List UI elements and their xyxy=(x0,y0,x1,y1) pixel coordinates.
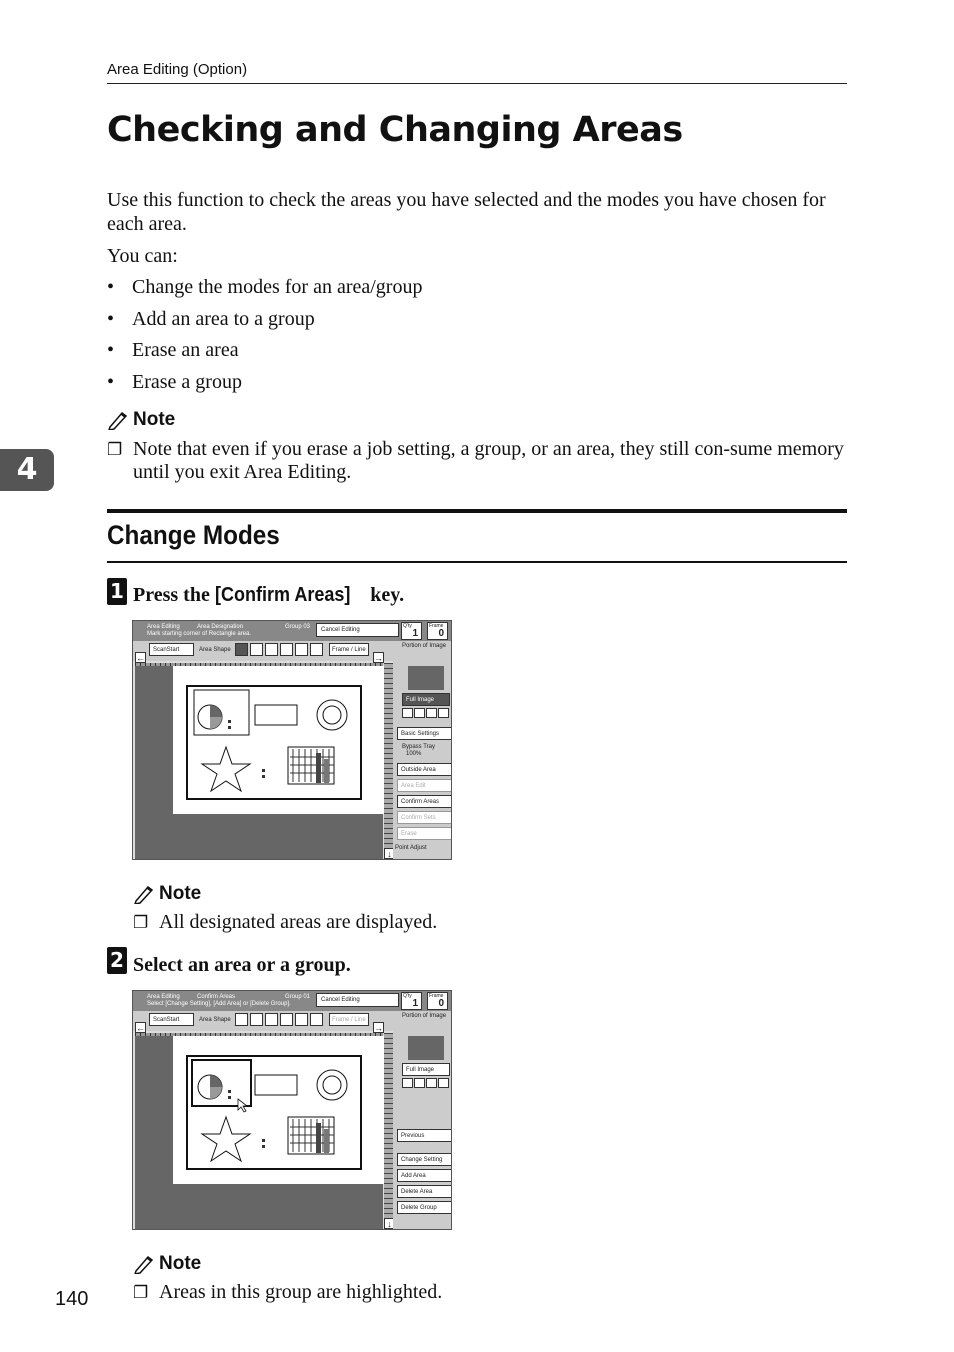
right-arrow-icon[interactable]: → xyxy=(373,652,384,663)
full-image-button[interactable]: Full Image xyxy=(402,1063,450,1076)
confirm-areas-key-label: [Confirm Areas] xyxy=(214,584,351,606)
zoom-icons xyxy=(402,1078,449,1088)
delete-area-button[interactable]: Delete Area xyxy=(397,1185,451,1198)
section-title: Change Modes xyxy=(107,520,280,550)
shape-icons xyxy=(235,643,323,656)
add-area-button[interactable]: Add Area xyxy=(397,1169,451,1182)
note-text: ❐ All designated areas are displayed. xyxy=(133,911,438,933)
page-number: 140 xyxy=(55,1288,89,1310)
line-icon[interactable] xyxy=(310,1013,323,1026)
frame-counter: Frame 0 xyxy=(427,622,448,640)
zoom-icon[interactable] xyxy=(438,708,449,718)
vertical-scrollbar[interactable] xyxy=(384,1033,393,1229)
shape-icons xyxy=(235,1013,323,1026)
line-icon[interactable] xyxy=(310,643,323,656)
section-rule xyxy=(107,509,847,513)
quantity-counter: Q'ty 1 xyxy=(401,622,422,640)
pentagon-icon[interactable] xyxy=(265,1013,278,1026)
document-shapes xyxy=(191,1059,348,1163)
checkbox-icon: ❐ xyxy=(107,440,123,459)
you-can-label: You can: xyxy=(107,245,178,267)
zoom-icons xyxy=(402,708,449,718)
step-instruction: Select an area or a group. xyxy=(133,954,351,976)
confirm-areas-button[interactable]: Confirm Areas xyxy=(397,795,451,808)
quantity-counter: Q'ty 1 xyxy=(401,992,422,1010)
document-shapes xyxy=(193,689,348,793)
screen-title-bar: Area Editing Area Designation Group 03 M… xyxy=(133,621,451,641)
freehand-icon[interactable] xyxy=(295,643,308,656)
circle-icon[interactable] xyxy=(280,643,293,656)
zoom-icon[interactable] xyxy=(426,708,437,718)
page-title: Checking and Changing Areas xyxy=(107,110,683,150)
pencil-icon xyxy=(134,885,154,904)
zoom-icon[interactable] xyxy=(402,1078,413,1088)
preview-canvas[interactable] xyxy=(135,663,387,859)
section-rule xyxy=(107,561,847,563)
erase-button[interactable]: Erase xyxy=(397,827,451,840)
frame-counter: Frame 0 xyxy=(427,992,448,1010)
intro-paragraph: Use this function to check the areas you… xyxy=(107,189,826,235)
cancel-editing-button[interactable]: Cancel Editing xyxy=(316,993,399,1007)
full-image-button[interactable]: Full Image xyxy=(402,693,450,706)
area-edit-button[interactable]: Area Edit xyxy=(397,779,451,792)
frame-line-button[interactable]: Frame / Line xyxy=(329,1013,369,1026)
note-text: ❐ Areas in this group are highlighted. xyxy=(133,1281,443,1303)
screen-confirm-areas: Area Editing Confirm Areas Group 01 Sele… xyxy=(132,990,452,1230)
checkbox-icon: ❐ xyxy=(133,913,149,932)
step-instruction: Press the [Confirm Areas] key. xyxy=(133,584,405,606)
pencil-icon xyxy=(134,1255,154,1274)
left-arrow-icon[interactable]: ← xyxy=(135,1022,146,1033)
rectangle-icon[interactable] xyxy=(235,643,248,656)
zoom-icon[interactable] xyxy=(438,1078,449,1088)
change-setting-button[interactable]: Change Setting xyxy=(397,1153,451,1166)
right-arrow-icon[interactable]: → xyxy=(373,1022,384,1033)
basic-settings-button[interactable]: Basic Settings xyxy=(397,727,451,740)
portion-thumbnail xyxy=(408,1036,444,1060)
step-number: 2 xyxy=(107,947,127,974)
outside-area-button[interactable]: Outside Area xyxy=(397,763,451,776)
polygon-icon[interactable] xyxy=(250,1013,263,1026)
list-item: • Add an area to a group xyxy=(107,307,315,330)
header-rule xyxy=(107,83,847,84)
polygon-icon[interactable] xyxy=(250,643,263,656)
side-panel: Portion of Image Full Image Previous Cha… xyxy=(393,1011,451,1229)
note-heading: Note xyxy=(107,409,175,431)
delete-group-button[interactable]: Delete Group xyxy=(397,1201,451,1214)
circle-icon[interactable] xyxy=(280,1013,293,1026)
zoom-icon[interactable] xyxy=(426,1078,437,1088)
side-panel: Portion of Image Full Image Basic Settin… xyxy=(393,641,451,859)
screen-area-designation: Area Editing Area Designation Group 03 M… xyxy=(132,620,452,860)
note-heading: Note xyxy=(133,1253,201,1275)
pentagon-icon[interactable] xyxy=(265,643,278,656)
screen-toolbar: ScanStart Area Shape Frame / Line ← → xyxy=(133,641,395,663)
step-number: 1 xyxy=(107,578,127,605)
list-item: • Erase an area xyxy=(107,339,239,361)
pencil-icon xyxy=(108,411,128,430)
list-item: • Erase a group xyxy=(107,370,242,393)
rectangle-icon[interactable] xyxy=(235,1013,248,1026)
portion-thumbnail xyxy=(408,666,444,690)
note-heading: Note xyxy=(133,883,201,905)
preview-canvas[interactable] xyxy=(135,1033,387,1229)
capability-list: • Change the modes for an area/group • Add… xyxy=(107,275,422,401)
cancel-editing-button[interactable]: Cancel Editing xyxy=(316,623,399,637)
scan-start-button[interactable]: ScanStart xyxy=(149,643,194,656)
left-arrow-icon[interactable]: ← xyxy=(135,652,146,663)
zoom-icon[interactable] xyxy=(402,708,413,718)
screen-title-bar: Area Editing Confirm Areas Group 01 Sele… xyxy=(133,991,451,1011)
checkbox-icon: ❐ xyxy=(133,1283,149,1302)
frame-line-button[interactable]: Frame / Line xyxy=(329,643,369,656)
chapter-tab: 4 xyxy=(0,449,54,491)
zoom-icon[interactable] xyxy=(414,708,425,718)
screen-toolbar: ScanStart Area Shape Frame / Line ← → xyxy=(133,1011,395,1033)
zoom-icon[interactable] xyxy=(414,1078,425,1088)
note-text: ❐ Note that even if you erase a job sett… xyxy=(107,438,844,483)
list-item: • Change the modes for an area/group xyxy=(107,276,423,298)
vertical-scrollbar[interactable] xyxy=(384,663,393,859)
freehand-icon[interactable] xyxy=(295,1013,308,1026)
scan-start-button[interactable]: ScanStart xyxy=(149,1013,194,1026)
confirm-sets-button[interactable]: Confirm Sets xyxy=(397,811,451,824)
running-header: Area Editing (Option) xyxy=(107,61,248,78)
previous-button[interactable]: Previous xyxy=(397,1129,451,1142)
